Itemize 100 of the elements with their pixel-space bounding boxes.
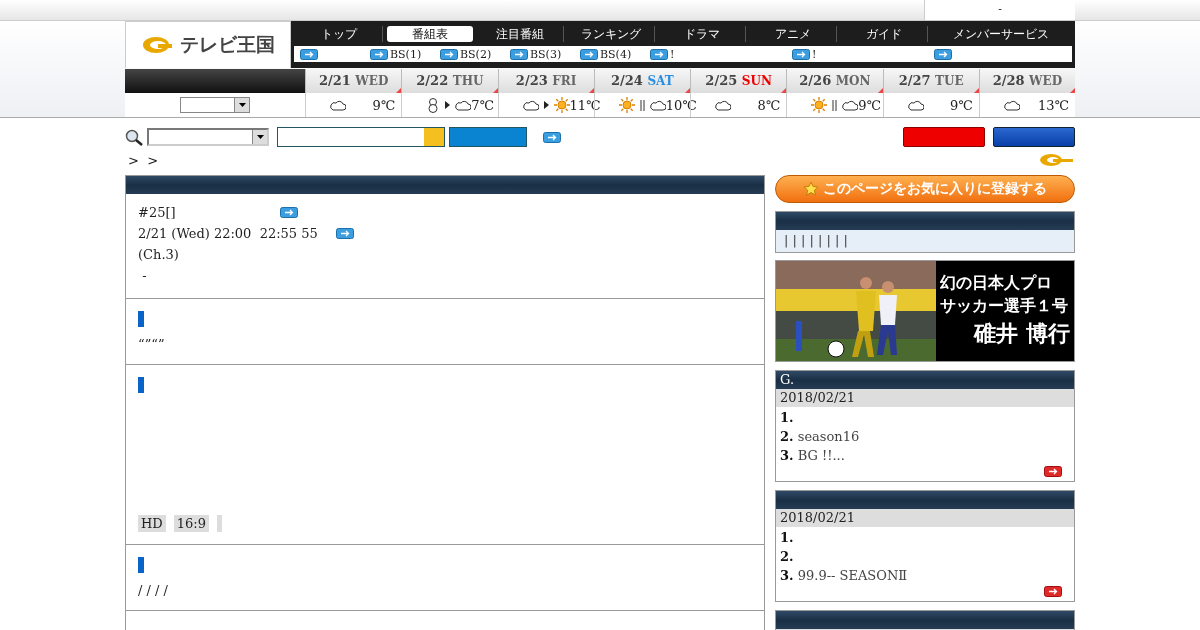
arrow-button[interactable]: [1044, 586, 1062, 597]
temperature: 10℃: [665, 97, 697, 113]
temperature: 8℃: [757, 97, 781, 113]
temperature: 7℃: [471, 97, 495, 113]
banner-ad[interactable]: 幻の日本人プロ サッカー選手１号 碓井 博行: [775, 260, 1075, 362]
date-tab[interactable]: 2/24 SAT: [593, 69, 690, 93]
corner-triangle-icon: [588, 88, 594, 93]
arrow-button[interactable]: [580, 48, 598, 60]
site-logo[interactable]: テレビ王国: [125, 21, 291, 68]
ranking-item[interactable]: 3. 99.9-- SEASONⅡ: [776, 565, 1074, 584]
register-button[interactable]: [993, 127, 1075, 147]
arrow-button[interactable]: [300, 48, 318, 60]
broadcast-time: 2/21 (Wed) 22:00 22:55 55: [138, 225, 319, 243]
channel-link[interactable]: BS(1): [390, 47, 422, 61]
nav-tab[interactable]: 注目番組: [477, 26, 565, 42]
ranking-item[interactable]: 1.: [776, 407, 1074, 426]
program-title: #25[]: [138, 204, 177, 222]
ranking-header: G.: [776, 371, 1074, 389]
header-link[interactable]: -: [924, 0, 1075, 20]
date-tab[interactable]: 2/28 WED: [978, 69, 1075, 93]
nav-tab[interactable]: アニメ: [750, 26, 838, 42]
tag: HD: [138, 515, 166, 532]
banner-text: 碓井 博行: [974, 320, 1071, 348]
triangle-icon: [445, 101, 451, 109]
area-select[interactable]: [180, 97, 250, 113]
ranking-item[interactable]: 3. BG !!...: [776, 445, 1074, 464]
corner-triangle-icon: [492, 88, 498, 93]
sun-icon: [553, 97, 570, 113]
temperature: 9℃: [858, 97, 882, 113]
program-note: -: [141, 267, 147, 285]
cloud-icon: [715, 99, 731, 111]
date-tab[interactable]: 2/22 THU: [401, 69, 498, 93]
cloud-icon: [522, 99, 539, 111]
arrow-button[interactable]: [650, 48, 668, 60]
search-category-select[interactable]: [147, 128, 269, 146]
search-icon: [125, 128, 143, 146]
sun-icon: [811, 97, 828, 113]
arrow-button[interactable]: [510, 48, 528, 60]
channel-link[interactable]: BS(3): [530, 47, 562, 61]
category-links[interactable]: | | | | | | | |: [776, 230, 1074, 252]
g-guide-logo-icon: [1039, 153, 1075, 167]
arrow-button[interactable]: [280, 207, 298, 218]
arrow-button[interactable]: [336, 228, 354, 239]
arrow-button[interactable]: [543, 131, 561, 143]
temperature: 13℃: [1037, 97, 1069, 113]
section-marker: [138, 557, 144, 573]
cloud-icon: [455, 99, 472, 111]
star-icon: [803, 181, 819, 197]
temperature: 11℃: [569, 97, 601, 113]
nav-tab[interactable]: 番組表: [387, 26, 474, 42]
channel-link[interactable]: !: [812, 47, 817, 61]
arrow-button[interactable]: [370, 48, 388, 60]
nav-tab[interactable]: ランキング: [568, 26, 656, 42]
channel-link[interactable]: BS(2): [460, 47, 492, 61]
ranking-item[interactable]: 2. season16: [776, 426, 1074, 445]
nav-tab[interactable]: トップ: [296, 26, 384, 42]
arrow-button[interactable]: [934, 48, 952, 60]
date-tab[interactable]: 2/27 TUE: [882, 69, 979, 93]
triangle-icon: [543, 101, 549, 109]
nav-tab[interactable]: ドラマ: [659, 26, 747, 42]
search-field[interactable]: [277, 127, 445, 147]
section-text: “”“”: [138, 337, 166, 352]
banner-text: サッカー選手１号: [940, 296, 1069, 317]
corner-triangle-icon: [1070, 88, 1075, 93]
cloud-icon: [330, 99, 346, 111]
breadcrumb: > >: [127, 152, 159, 168]
channel-link[interactable]: BS(4): [600, 47, 632, 61]
caret-icon: [256, 135, 264, 139]
channel: (Ch.3): [138, 246, 179, 264]
date-tab[interactable]: 2/21 WED: [305, 69, 402, 93]
caret-icon: [238, 103, 246, 107]
section-text: / / / /: [138, 583, 169, 598]
double-bar-icon: [832, 99, 838, 111]
cloud-icon: [649, 99, 666, 111]
arrow-button[interactable]: [792, 48, 810, 60]
date-tab[interactable]: 2/23 FRI: [497, 69, 594, 93]
nav-tab[interactable]: ガイド: [841, 26, 929, 42]
corner-triangle-icon: [781, 88, 787, 93]
corner-triangle-icon: [877, 88, 883, 93]
corner-triangle-icon: [973, 88, 979, 93]
cloud-icon: [1003, 99, 1020, 111]
ranking-item[interactable]: 1.: [776, 527, 1074, 546]
ranking-item[interactable]: 2.: [776, 546, 1074, 565]
sun-icon: [618, 97, 635, 113]
ranking-date: 2018/02/21: [776, 509, 1074, 527]
temperature: 9℃: [372, 97, 396, 113]
arrow-button[interactable]: [440, 48, 458, 60]
corner-triangle-icon: [685, 88, 690, 93]
cloud-icon: [842, 99, 859, 111]
section-marker: [138, 377, 144, 393]
nav-tab[interactable]: メンバーサービス: [932, 26, 1070, 42]
double-bar-icon: [639, 99, 645, 111]
date-tab[interactable]: 2/25 SUN: [690, 69, 787, 93]
arrow-button[interactable]: [1044, 466, 1062, 477]
channel-link[interactable]: !: [670, 47, 675, 61]
date-tab[interactable]: 2/26 MON: [786, 69, 883, 93]
ranking-date: 2018/02/21: [776, 389, 1074, 407]
snowman-icon: [426, 97, 441, 113]
cloud-icon: [907, 99, 924, 111]
temperature: 9℃: [949, 97, 973, 113]
